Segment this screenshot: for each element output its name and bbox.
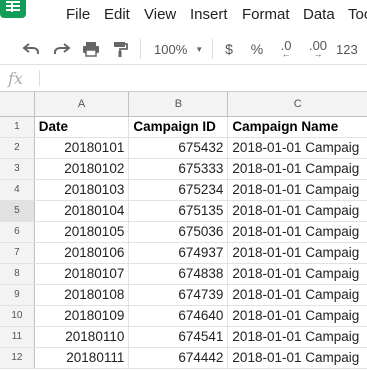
cell-campaign-id[interactable]: 674640 <box>128 305 229 327</box>
sheets-logo-icon[interactable] <box>0 0 26 18</box>
currency-format-button[interactable]: $ <box>222 39 236 59</box>
cell-campaign-name[interactable]: 2018-01-01 Campaig <box>227 158 367 180</box>
row-header[interactable]: 6 <box>0 221 35 243</box>
cell-campaign-name[interactable]: 2018-01-01 Campaig <box>227 284 367 306</box>
formula-bar: fx <box>0 65 367 92</box>
formula-input[interactable] <box>46 70 356 87</box>
cell-date[interactable]: 20180108 <box>34 284 130 306</box>
cell-campaign-name[interactable]: 2018-01-01 Campaig <box>227 263 367 285</box>
column-header-b[interactable]: B <box>128 92 229 117</box>
cell-campaign-id[interactable]: 674937 <box>128 242 229 264</box>
cell-date[interactable]: 20180106 <box>34 242 130 264</box>
row-header[interactable]: 1 <box>0 116 35 138</box>
row-header[interactable]: 10 <box>0 305 35 327</box>
table-row: 11 20180110 674541 2018-01-01 Campaig <box>0 326 367 348</box>
column-header-a[interactable]: A <box>34 92 130 117</box>
more-formats-button[interactable]: 123 <box>336 39 367 59</box>
column-header-row: A B C <box>0 92 367 117</box>
table-row: 7 20180106 674937 2018-01-01 Campaig <box>0 242 367 264</box>
row-header[interactable]: 2 <box>0 137 35 159</box>
cell-campaign-id[interactable]: Campaign ID <box>128 116 229 138</box>
cell-date[interactable]: 20180102 <box>34 158 130 180</box>
menu-file[interactable]: File <box>66 6 90 23</box>
formula-divider <box>39 70 40 86</box>
menu-data[interactable]: Data <box>303 6 335 23</box>
cell-campaign-id[interactable]: 674442 <box>128 347 229 369</box>
cell-date[interactable]: 20180104 <box>34 200 130 222</box>
chevron-down-icon: ▼ <box>195 44 204 54</box>
cell-campaign-name[interactable]: 2018-01-01 Campaig <box>227 326 367 348</box>
toolbar: 100% ▼ $ % .0 ← .00 → 123 <box>0 32 367 65</box>
cell-campaign-name[interactable]: 2018-01-01 Campaig <box>227 242 367 264</box>
cell-campaign-id[interactable]: 674541 <box>128 326 229 348</box>
table-row: 1 Date Campaign ID Campaign Name <box>0 116 367 138</box>
arrow-left-icon: ← <box>281 49 291 59</box>
cell-date[interactable]: 20180105 <box>34 221 130 243</box>
menu-bar: File Edit View Insert Format Data Too <box>0 0 367 32</box>
menu-view[interactable]: View <box>144 6 176 23</box>
cell-campaign-name[interactable]: Campaign Name <box>227 116 367 138</box>
toolbar-divider <box>212 39 213 59</box>
arrow-right-icon: → <box>313 49 323 59</box>
row-header[interactable]: 4 <box>0 179 35 201</box>
zoom-select[interactable]: 100% ▼ <box>154 39 204 59</box>
table-row: 12 20180111 674442 2018-01-01 Campaig <box>0 347 367 369</box>
table-row: 6 20180105 675036 2018-01-01 Campaig <box>0 221 367 243</box>
cell-campaign-id[interactable]: 675036 <box>128 221 229 243</box>
row-header[interactable]: 3 <box>0 158 35 180</box>
cell-campaign-name[interactable]: 2018-01-01 Campaig <box>227 179 367 201</box>
cell-campaign-id[interactable]: 675333 <box>128 158 229 180</box>
increase-decimal-button[interactable]: .00 → <box>306 39 330 59</box>
row-header[interactable]: 11 <box>0 326 35 348</box>
table-row: 5 20180104 675135 2018-01-01 Campaig <box>0 200 367 222</box>
cell-campaign-name[interactable]: 2018-01-01 Campaig <box>227 305 367 327</box>
cell-date[interactable]: 20180111 <box>34 347 130 369</box>
table-row: 10 20180109 674640 2018-01-01 Campaig <box>0 305 367 327</box>
undo-icon[interactable] <box>20 39 42 59</box>
cell-campaign-name[interactable]: 2018-01-01 Campaig <box>227 221 367 243</box>
row-header[interactable]: 9 <box>0 284 35 306</box>
select-all-corner[interactable] <box>0 92 35 117</box>
table-row: 4 20180103 675234 2018-01-01 Campaig <box>0 179 367 201</box>
cell-campaign-id[interactable]: 675234 <box>128 179 229 201</box>
menu-format[interactable]: Format <box>242 6 290 23</box>
fx-icon: fx <box>8 69 23 88</box>
cell-date[interactable]: 20180109 <box>34 305 130 327</box>
cell-date[interactable]: 20180101 <box>34 137 130 159</box>
decrease-decimal-button[interactable]: .0 ← <box>276 39 296 59</box>
zoom-value: 100% <box>154 41 188 57</box>
print-icon[interactable] <box>80 39 102 59</box>
paint-format-icon[interactable] <box>110 39 132 59</box>
cell-campaign-name[interactable]: 2018-01-01 Campaig <box>227 200 367 222</box>
redo-icon[interactable] <box>51 39 73 59</box>
menu-edit[interactable]: Edit <box>104 6 130 23</box>
spreadsheet-grid: A B C 1 Date Campaign ID Campaign Name 2 2018… <box>0 92 367 371</box>
row-header[interactable]: 8 <box>0 263 35 285</box>
cell-campaign-id[interactable]: 674739 <box>128 284 229 306</box>
cell-campaign-id[interactable]: 674838 <box>128 263 229 285</box>
row-header[interactable]: 5 <box>0 200 35 222</box>
menu-insert[interactable]: Insert <box>190 6 228 23</box>
cell-campaign-name[interactable]: 2018-01-01 Campaig <box>227 137 367 159</box>
column-header-c[interactable]: C <box>227 92 367 117</box>
cell-campaign-id[interactable]: 675135 <box>128 200 229 222</box>
cell-date[interactable]: 20180107 <box>34 263 130 285</box>
cell-date[interactable]: 20180103 <box>34 179 130 201</box>
more-formats-label: 123 <box>336 41 358 57</box>
cell-date[interactable]: Date <box>34 116 130 138</box>
table-row: 3 20180102 675333 2018-01-01 Campaig <box>0 158 367 180</box>
cell-date[interactable]: 20180110 <box>34 326 130 348</box>
cell-campaign-name[interactable]: 2018-01-01 Campaig <box>227 347 367 369</box>
table-row: 2 20180101 675432 2018-01-01 Campaig <box>0 137 367 159</box>
table-row: 9 20180108 674739 2018-01-01 Campaig <box>0 284 367 306</box>
percent-format-button[interactable]: % <box>250 39 264 59</box>
row-header[interactable]: 12 <box>0 347 35 369</box>
menu-tools[interactable]: Too <box>348 6 367 23</box>
cell-table: A B C 1 Date Campaign ID Campaign Name 2 2018… <box>0 92 367 369</box>
toolbar-divider <box>140 39 141 59</box>
row-header[interactable]: 7 <box>0 242 35 264</box>
cell-campaign-id[interactable]: 675432 <box>128 137 229 159</box>
table-row: 8 20180107 674838 2018-01-01 Campaig <box>0 263 367 285</box>
